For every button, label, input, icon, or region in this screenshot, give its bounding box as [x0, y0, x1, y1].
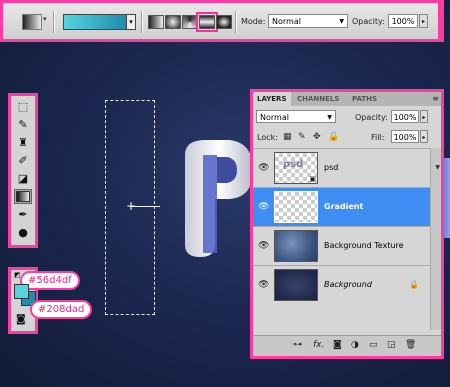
foreground-color-label: #56d4df: [22, 273, 78, 288]
layer-opacity-arrow-icon[interactable]: ▸: [420, 110, 428, 123]
eraser-tool-icon[interactable]: ◪: [14, 171, 32, 186]
tool-preset-arrow-icon[interactable]: ▾: [43, 15, 47, 23]
layer-thumbnail: [274, 269, 318, 301]
layers-panel-inner: LAYERS CHANNELS PATHS ≡ Normal ▼ Opacity…: [253, 92, 441, 356]
mode-label: Mode:: [241, 17, 266, 26]
layer-row-psd[interactable]: 👁 psd ▣ psd: [253, 148, 431, 187]
marquee-tool-icon[interactable]: ⬚: [14, 99, 32, 114]
blend-mode-select[interactable]: Normal ▼: [256, 110, 336, 123]
tool-preset-picker[interactable]: [22, 14, 42, 30]
quick-mask-icon[interactable]: ◙: [16, 314, 26, 325]
layer-opacity-label: Opacity:: [355, 113, 388, 122]
tab-paths[interactable]: PATHS: [348, 92, 381, 106]
tools-panel-inner: ⬚ ✎ ♜ ✐ ◪ ✒ ●: [11, 96, 35, 245]
adjustment-layer-icon[interactable]: ◑: [351, 340, 359, 350]
layers-footer: ⊶ fx. ◙ ◑ ▭ ◲ 🗑: [253, 335, 441, 356]
toolbar-divider: [235, 11, 237, 33]
fill-arrow-icon[interactable]: ▸: [420, 130, 428, 143]
layer-name: Background Texture: [324, 241, 404, 250]
layer-name: psd: [324, 163, 339, 172]
trash-icon[interactable]: 🗑: [405, 340, 416, 350]
toolbar-divider: [53, 11, 55, 33]
toolbar-divider: [141, 11, 143, 33]
fill-input[interactable]: 100%: [391, 130, 419, 143]
angle-gradient-button[interactable]: [182, 15, 198, 29]
visibility-eye-icon[interactable]: 👁: [258, 202, 269, 212]
add-mask-icon[interactable]: ◙: [333, 340, 342, 350]
layer-opacity-input[interactable]: 100%: [391, 110, 419, 123]
tools-panel: ⬚ ✎ ♜ ✐ ◪ ✒ ●: [8, 93, 38, 248]
layer-lock-icon: 🔒: [409, 280, 419, 289]
history-brush-tool-icon[interactable]: ✐: [14, 153, 32, 168]
lock-label: Lock:: [257, 133, 278, 142]
visibility-eye-icon[interactable]: 👁: [258, 280, 269, 290]
pen-tool-icon[interactable]: ✒: [14, 207, 32, 222]
clone-stamp-tool-icon[interactable]: ♜: [14, 135, 32, 150]
scroll-down-arrow-icon[interactable]: ▼: [435, 164, 440, 171]
3d-letter-p-artwork: [185, 140, 253, 257]
chevron-down-icon: ▼: [339, 18, 344, 25]
radial-gradient-button[interactable]: [165, 15, 181, 29]
smart-object-text-thumb: psd: [283, 159, 304, 170]
gradient-tool-icon[interactable]: [14, 189, 32, 204]
layer-thumbnail: [274, 230, 318, 262]
background-color-label: #208dad: [32, 302, 91, 317]
gradient-editor-swatch[interactable]: [63, 14, 127, 30]
layer-name: Gradient: [324, 202, 364, 211]
blend-mode-value: Normal: [260, 113, 289, 122]
panel-menu-icon[interactable]: ≡: [432, 92, 439, 106]
reflected-gradient-button[interactable]: [196, 12, 218, 32]
layer-row-gradient[interactable]: 👁 Gradient: [253, 187, 431, 226]
brush-tool-icon[interactable]: ✎: [14, 117, 32, 132]
gradient-picker-dropdown[interactable]: ▾: [126, 14, 136, 30]
layer-thumbnail: psd ▣: [274, 152, 318, 184]
layer-row-background[interactable]: 👁 Background 🔒: [253, 265, 431, 304]
foreground-color-swatch[interactable]: [14, 284, 29, 299]
opacity-slider-arrow-icon[interactable]: ▸: [419, 14, 428, 28]
layer-thumbnail: [274, 191, 318, 223]
zoom-tool-icon[interactable]: ●: [14, 225, 32, 240]
lock-pixels-icon[interactable]: ✎: [298, 132, 306, 142]
new-layer-icon[interactable]: ◲: [387, 340, 396, 350]
fx-icon[interactable]: fx.: [313, 340, 324, 350]
panel-tabs: LAYERS CHANNELS PATHS ≡: [253, 92, 441, 106]
linear-gradient-button[interactable]: [148, 15, 164, 29]
mode-value: Normal: [272, 17, 301, 26]
lock-all-icon[interactable]: 🔒: [328, 132, 339, 142]
smart-object-icon: ▣: [309, 175, 316, 183]
opacity-input[interactable]: 100%: [388, 14, 418, 28]
layers-scrollbar[interactable]: [430, 148, 441, 330]
diamond-gradient-button[interactable]: [216, 15, 232, 29]
fill-label: Fill:: [371, 133, 385, 142]
lock-position-icon[interactable]: ✥: [313, 132, 321, 142]
options-bar: ▾ ▾ Mode: Normal ▼ Opacity: 100% ▸: [0, 0, 444, 42]
crosshair-cursor-icon: +: [126, 199, 137, 213]
chevron-down-icon: ▼: [327, 114, 332, 121]
mode-select[interactable]: Normal ▼: [268, 14, 348, 28]
opacity-label: Opacity:: [352, 17, 385, 26]
layer-name: Background: [324, 280, 372, 289]
default-colors-icon[interactable]: ◩: [14, 271, 21, 279]
layer-row-background-texture[interactable]: 👁 Background Texture: [253, 226, 431, 265]
tab-channels[interactable]: CHANNELS: [293, 92, 343, 106]
tab-layers[interactable]: LAYERS: [253, 92, 291, 106]
options-bar-inner: ▾ ▾ Mode: Normal ▼ Opacity: 100% ▸: [3, 3, 438, 39]
link-layers-icon[interactable]: ⊶: [293, 340, 302, 350]
new-group-icon[interactable]: ▭: [369, 340, 378, 350]
visibility-eye-icon[interactable]: 👁: [258, 241, 269, 251]
layers-panel: LAYERS CHANNELS PATHS ≡ Normal ▼ Opacity…: [250, 89, 444, 359]
lock-transparency-icon[interactable]: ▦: [283, 132, 292, 142]
visibility-eye-icon[interactable]: 👁: [258, 163, 269, 173]
